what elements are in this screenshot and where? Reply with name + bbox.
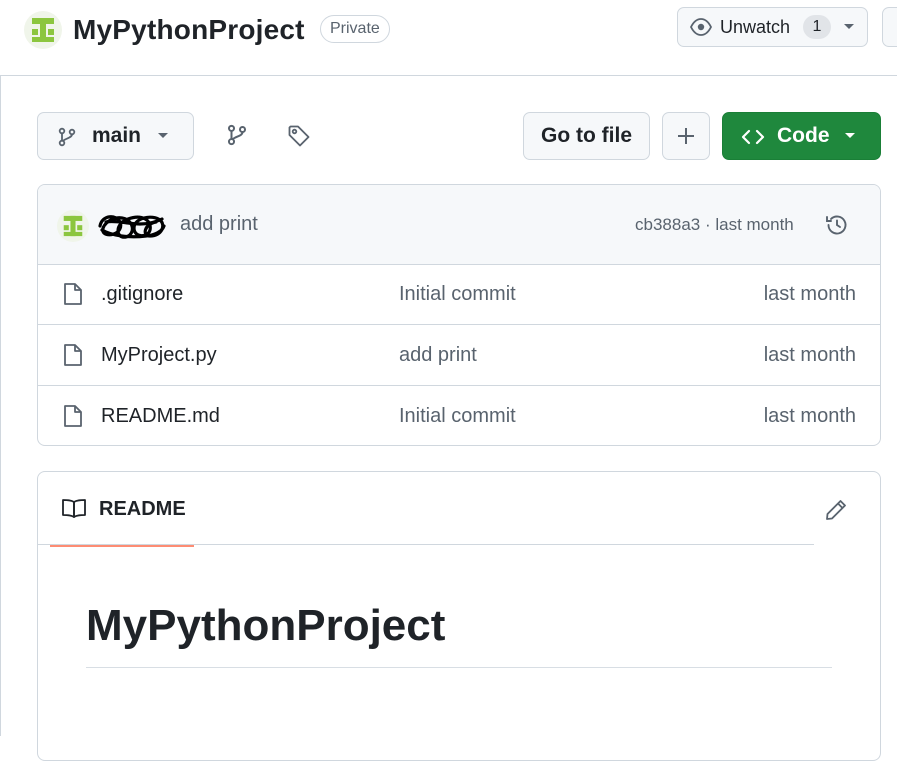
file-name-link[interactable]: MyProject.py (101, 325, 217, 385)
eye-icon (690, 17, 712, 37)
commit-hash-date[interactable]: cb388a3 · last month (635, 185, 794, 264)
file-commit-message[interactable]: Initial commit (399, 264, 516, 324)
file-icon (63, 343, 83, 367)
tag-icon[interactable] (287, 124, 311, 148)
chevron-down-icon[interactable] (843, 23, 855, 31)
book-icon (61, 498, 87, 518)
file-commit-date: last month (763, 344, 856, 366)
page-divider (0, 75, 1, 736)
redacted-username-scribble (96, 210, 168, 242)
readme-panel: README MyPythonProject (37, 471, 881, 761)
file-name-link[interactable]: README.md (101, 386, 220, 445)
fork-button[interactable] (882, 7, 897, 47)
add-file-button[interactable] (662, 112, 710, 160)
file-icon (63, 404, 83, 428)
chevron-down-icon (844, 132, 856, 140)
chevron-down-icon (157, 132, 169, 140)
file-name-link[interactable]: .gitignore (101, 264, 183, 324)
readme-heading: MyPythonProject (86, 601, 446, 650)
branches-icon[interactable] (226, 124, 248, 146)
readme-tab-label: README (99, 498, 186, 520)
file-commit-date: last month (763, 283, 856, 305)
repo-avatar-icon[interactable] (24, 11, 62, 49)
plus-icon (678, 128, 694, 144)
file-icon (63, 282, 83, 306)
file-commit-message[interactable]: add print (399, 325, 477, 385)
pencil-icon[interactable] (824, 498, 848, 522)
branch-name: main (92, 124, 142, 147)
history-icon[interactable] (824, 212, 850, 238)
code-icon (741, 127, 765, 147)
code-label: Code (777, 124, 830, 147)
visibility-badge: Private (320, 15, 390, 43)
code-button[interactable]: Code (722, 112, 881, 160)
commit-message[interactable]: add print (180, 185, 258, 264)
table-row[interactable]: .gitignore Initial commit last month (38, 264, 880, 325)
latest-commit-row: add print cb388a3 · last month (38, 185, 880, 265)
avatar[interactable] (57, 210, 89, 242)
file-commit-date: last month (763, 405, 856, 427)
file-table: add print cb388a3 · last month .gitignor… (37, 184, 881, 446)
unwatch-label: Unwatch (720, 17, 791, 37)
watch-count-badge: 1 (803, 15, 831, 39)
table-row[interactable]: README.md Initial commit last month (38, 386, 880, 445)
heading-divider (86, 667, 832, 668)
tab-divider (38, 544, 814, 545)
unwatch-button[interactable]: Unwatch 1 (677, 7, 868, 47)
go-to-file-button[interactable]: Go to file (523, 112, 650, 160)
file-commit-message[interactable]: Initial commit (399, 386, 516, 445)
table-row[interactable]: MyProject.py add print last month (38, 325, 880, 386)
repo-name[interactable]: MyPythonProject (73, 11, 305, 49)
branch-icon (57, 127, 77, 147)
tab-readme[interactable]: README (50, 472, 194, 547)
branch-selector-button[interactable]: main (37, 112, 194, 160)
go-to-file-label: Go to file (541, 124, 632, 147)
